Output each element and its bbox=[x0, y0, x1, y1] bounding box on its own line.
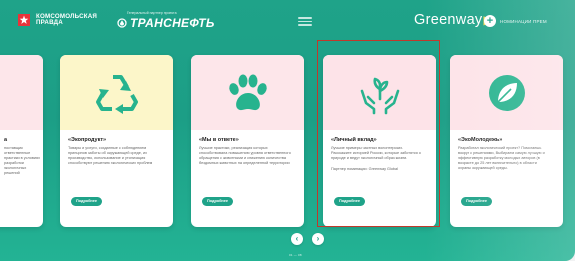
card-image-band bbox=[60, 55, 173, 130]
pager-indicator: 01 — 08 bbox=[289, 253, 302, 257]
more-button[interactable]: Подробнее bbox=[202, 197, 233, 206]
plus-icon: + bbox=[484, 15, 496, 27]
header: КОМСОМОЛЬСКАЯ ПРАВДА Генеральный партнер… bbox=[0, 0, 575, 42]
kp-line2: ПРАВДА bbox=[36, 19, 63, 26]
recycle-icon bbox=[95, 74, 138, 114]
card-description: Разработал экологический проект? Помогае… bbox=[458, 146, 545, 170]
card-image-band bbox=[450, 55, 563, 130]
card-description: Товары и услуги, созданные с соблюдением… bbox=[68, 146, 153, 165]
card-title: «ЭкоМолодежь» bbox=[458, 137, 503, 143]
card-description: поставщик ответственные практики в услов… bbox=[4, 146, 40, 175]
hamburger-menu-icon[interactable] bbox=[298, 17, 312, 26]
sponsor-logo[interactable]: Генеральный партнер проекта ТРАНСНЕФТЬ bbox=[117, 11, 215, 30]
card-title: «Экопродукт» bbox=[68, 137, 107, 143]
kp-logo[interactable]: КОМСОМОЛЬСКАЯ ПРАВДА bbox=[16, 12, 97, 28]
prev-arrow-icon[interactable]: ‹ bbox=[291, 233, 303, 245]
sponsor-name: ТРАНСНЕФТЬ bbox=[130, 16, 215, 30]
brand-name: Greenway bbox=[414, 12, 483, 28]
more-button[interactable]: Подробнее bbox=[71, 197, 102, 206]
next-arrow-icon[interactable]: › bbox=[312, 233, 324, 245]
nomination-card-partial[interactable]: а поставщик ответственные практики в усл… bbox=[0, 55, 43, 227]
drop-icon bbox=[117, 18, 127, 28]
star-flag-icon bbox=[18, 14, 30, 26]
nomination-card-ecoproduct[interactable]: «Экопродукт» Товары и услуги, созданные … bbox=[60, 55, 173, 227]
page-canvas: КОМСОМОЛЬСКАЯ ПРАВДА Генеральный партнер… bbox=[0, 0, 575, 261]
nominations-button[interactable]: + НОМИНАЦИИ ПРЕМ bbox=[484, 14, 547, 28]
greenway-logo[interactable]: Greenway▶ bbox=[414, 12, 493, 28]
card-description: Лучшие практики, реализация которых спос… bbox=[199, 146, 291, 165]
highlight-frame bbox=[317, 40, 440, 227]
nomination-card-eco-youth[interactable]: «ЭкоМолодежь» Разработал экологический п… bbox=[450, 55, 563, 227]
card-image-band bbox=[0, 55, 43, 130]
card-image-band bbox=[191, 55, 304, 130]
card-title: а bbox=[4, 137, 8, 143]
more-button[interactable]: Подробнее bbox=[461, 197, 492, 206]
paw-icon bbox=[228, 74, 267, 110]
leaf-icon bbox=[488, 74, 525, 111]
nomination-card-we-are-responsible[interactable]: «Мы в ответе» Лучшие практики, реализаци… bbox=[191, 55, 304, 227]
nominations-label: НОМИНАЦИИ ПРЕМ bbox=[500, 18, 547, 24]
partner-caption: Генеральный партнер проекта bbox=[127, 11, 177, 15]
kp-wordmark: КОМСОМОЛЬСКАЯ ПРАВДА bbox=[36, 13, 97, 27]
card-title: «Мы в ответе» bbox=[199, 137, 239, 143]
